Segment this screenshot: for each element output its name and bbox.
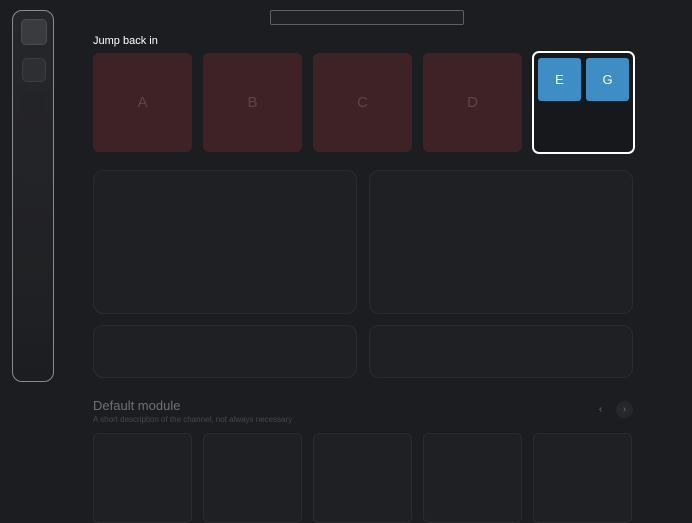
chevron-left-icon[interactable]: ‹ [592,401,609,418]
mini-tile[interactable]: E [538,58,581,101]
jump-tile[interactable]: C [313,53,412,152]
sidebar [12,10,54,382]
tile-label: B [247,94,258,111]
content-panel[interactable] [93,325,357,378]
nav-icon[interactable] [22,127,46,151]
jump-tile[interactable]: D [423,53,522,152]
content-panel[interactable] [93,170,357,314]
module-card[interactable] [533,433,632,523]
jump-tile[interactable]: A [93,53,192,152]
search-input[interactable] [270,10,464,25]
tile-label: C [357,94,368,111]
module-card[interactable] [423,433,522,523]
tile-label: D [467,94,478,111]
module-card[interactable] [93,433,192,523]
content-panel[interactable] [369,170,633,314]
app-icon[interactable] [21,19,47,45]
mini-tile[interactable]: G [586,58,629,101]
jump-tile[interactable]: B [203,53,302,152]
nav-icon[interactable] [22,58,46,82]
module-description: A short description of the channel, not … [93,415,293,424]
section-title: Jump back in [93,35,158,47]
module-title: Default module [93,398,181,413]
nav-icon[interactable] [22,162,46,186]
mini-tile-label: G [602,72,613,87]
tile-label: A [137,94,148,111]
module-card[interactable] [203,433,302,523]
module-card[interactable] [313,433,412,523]
nav-icon[interactable] [22,93,46,117]
jump-tile-selected[interactable]: E G [532,51,635,154]
content-panel[interactable] [369,325,633,378]
chevron-right-icon[interactable]: › [616,401,633,418]
mini-tile-label: E [555,72,564,87]
